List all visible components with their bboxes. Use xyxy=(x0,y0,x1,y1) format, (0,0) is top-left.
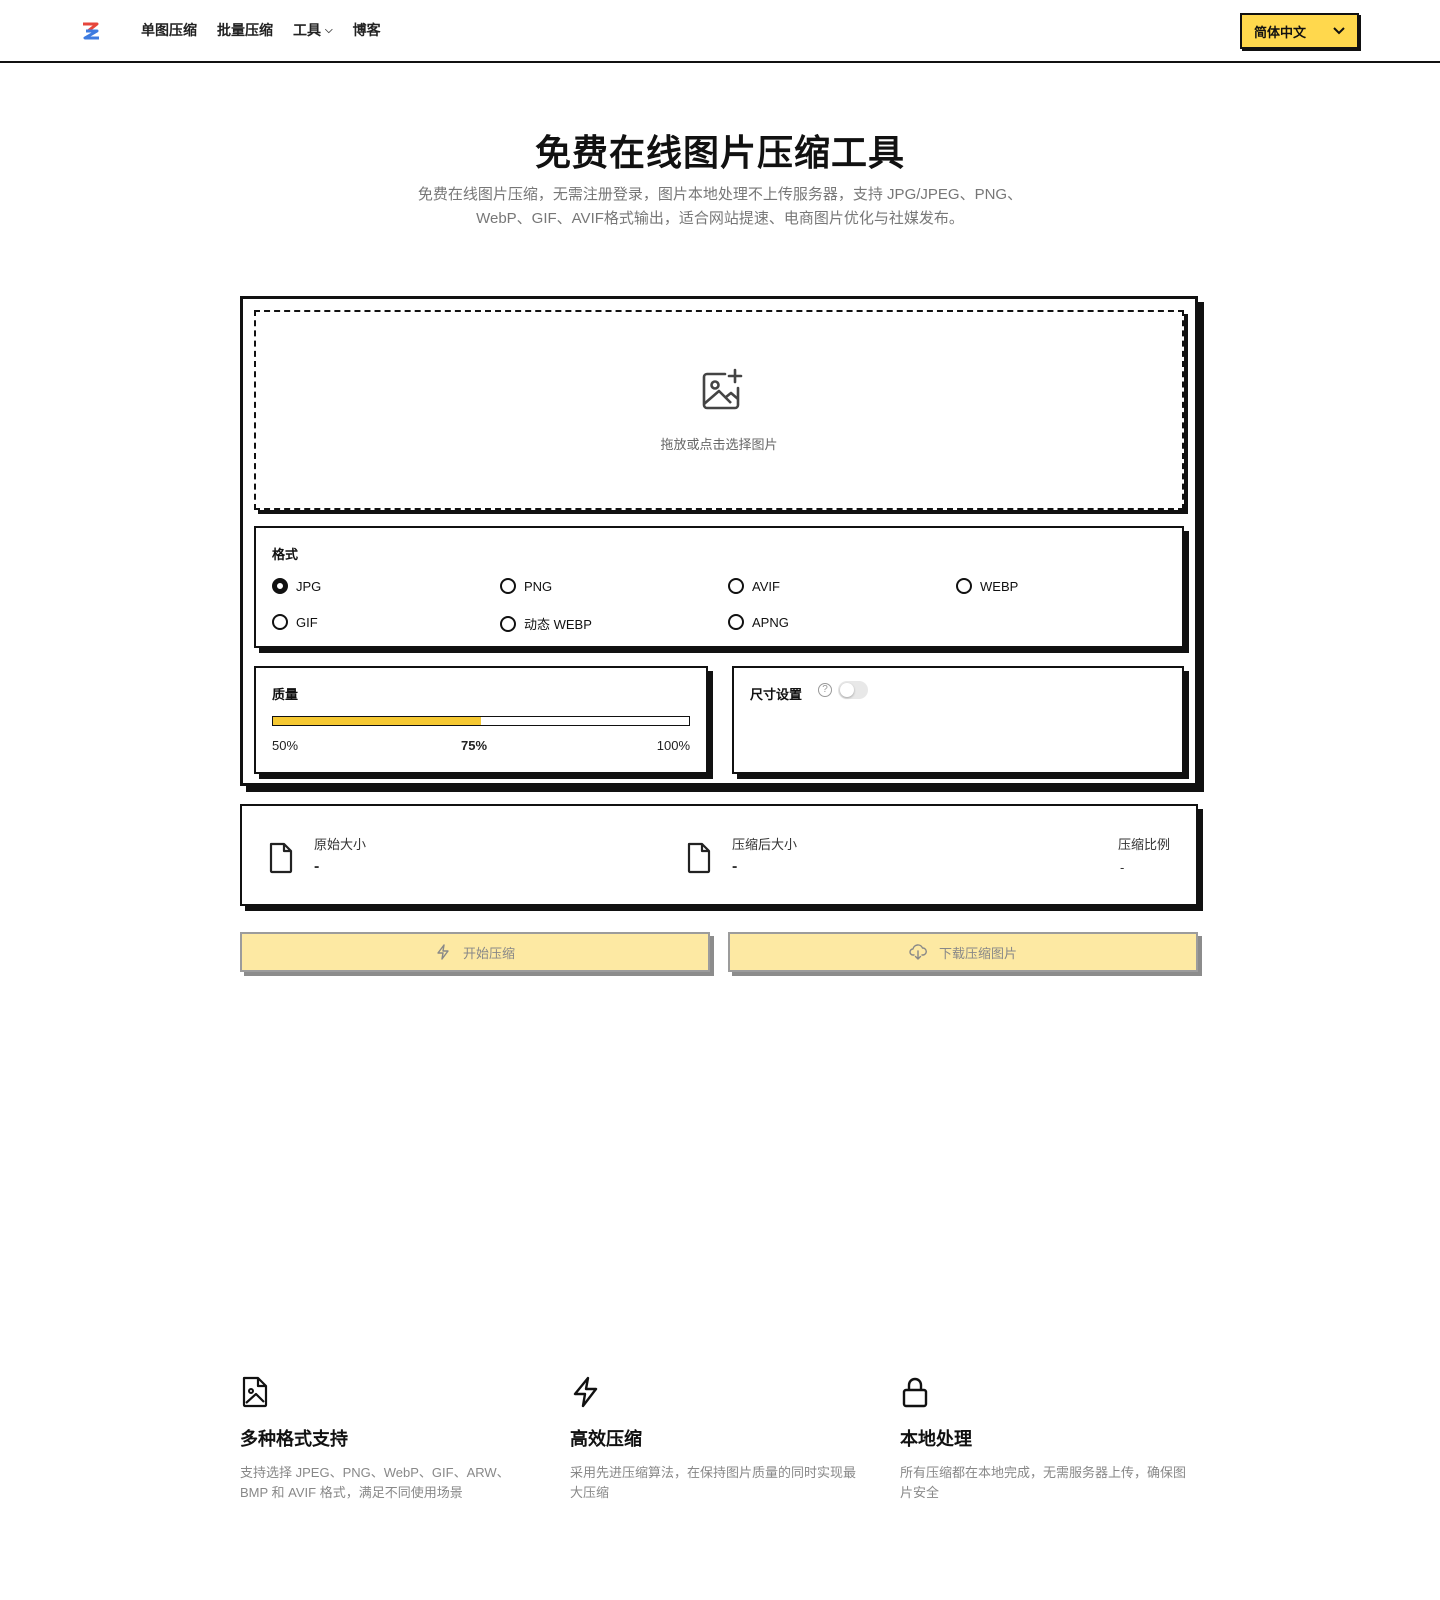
file-icon xyxy=(687,842,711,874)
toggle-knob xyxy=(840,683,854,697)
size-settings-toggle[interactable] xyxy=(838,681,868,699)
chevron-down-icon: ⌵ xyxy=(325,24,333,36)
feature-title: 多种格式支持 xyxy=(240,1429,348,1449)
format-radio-apng[interactable]: APNG xyxy=(728,614,789,630)
radio-unchecked-icon xyxy=(728,578,744,594)
feature-desc: 采用先进压缩算法，在保持图片质量的同时实现最大压缩 xyxy=(570,1465,857,1500)
cloud-download-icon xyxy=(909,944,927,960)
main-nav: 单图压缩 批量压缩 工具 ⌵ 博客 xyxy=(141,20,381,40)
size-settings-label: 尺寸设置 xyxy=(750,687,803,702)
download-label: 下载压缩图片 xyxy=(938,945,1017,961)
radio-unchecked-icon xyxy=(728,614,744,630)
start-compress-button[interactable]: 开始压缩 xyxy=(240,932,710,972)
radio-unchecked-icon xyxy=(500,578,516,594)
size-settings-section: 尺寸设置 ? xyxy=(732,666,1184,774)
feature-desc: 所有压缩都在本地完成，无需服务器上传，确保图片安全 xyxy=(900,1465,1187,1500)
format-option-label: PNG xyxy=(524,578,553,594)
format-section: 格式 JPG PNG AVIF WEBP GIF 动态 WEBP APNG xyxy=(254,526,1184,648)
format-option-label: 动态 WEBP xyxy=(524,617,592,632)
original-size-value: - xyxy=(314,858,320,875)
feature-title: 本地处理 xyxy=(900,1429,972,1449)
page-subtitle: 免费在线图片压缩，无需注册登录，图片本地处理不上传服务器，支持 JPG/JPEG… xyxy=(390,183,1050,231)
quality-max-label: 100% xyxy=(656,738,690,753)
quality-current-label: 75% xyxy=(461,738,488,753)
language-label: 简体中文 xyxy=(1254,24,1307,40)
help-icon[interactable]: ? xyxy=(818,683,832,697)
language-selector[interactable]: 简体中文 xyxy=(1240,13,1359,49)
nav-tools-dropdown[interactable]: 工具 ⌵ xyxy=(293,20,333,40)
compression-stats: 原始大小 - 压缩后大小 - 压缩比例 - xyxy=(240,804,1198,906)
nav-batch-compress[interactable]: 批量压缩 xyxy=(217,20,273,40)
lock-icon xyxy=(902,1377,928,1408)
radio-unchecked-icon xyxy=(956,578,972,594)
nav-single-compress[interactable]: 单图压缩 xyxy=(141,20,197,40)
quality-label: 质量 xyxy=(272,687,299,702)
upload-dropzone[interactable]: 拖放或点击选择图片 xyxy=(254,310,1184,510)
compression-ratio-label: 压缩比例 xyxy=(1118,837,1171,852)
feature-title: 高效压缩 xyxy=(570,1429,642,1449)
format-radio-animated-webp[interactable]: 动态 WEBP xyxy=(500,614,592,633)
subtitle-line-1: 免费在线图片压缩，无需注册登录，图片本地处理不上传服务器，支持 JPG/JPEG… xyxy=(417,186,1023,203)
radio-checked-icon xyxy=(272,578,288,594)
format-option-label: GIF xyxy=(296,614,318,630)
upload-hint: 拖放或点击选择图片 xyxy=(660,437,778,452)
format-label: 格式 xyxy=(272,547,299,562)
feature-efficient: 高效压缩 采用先进压缩算法，在保持图片质量的同时实现最大压缩 xyxy=(570,1376,860,1503)
format-radio-gif[interactable]: GIF xyxy=(272,614,318,630)
quality-slider[interactable] xyxy=(272,716,690,726)
quality-min-label: 50% xyxy=(272,738,299,753)
format-option-label: WEBP xyxy=(980,578,1019,594)
feature-desc: 支持选择 JPEG、PNG、WebP、GIF、ARW、BMP 和 AVIF 格式… xyxy=(240,1465,510,1500)
format-radio-png[interactable]: PNG xyxy=(500,578,552,594)
format-option-label: AVIF xyxy=(752,578,780,594)
download-button[interactable]: 下载压缩图片 xyxy=(728,932,1198,972)
compressed-size-label: 压缩后大小 xyxy=(732,837,798,852)
lightning-icon xyxy=(437,944,449,960)
compressed-size-value: - xyxy=(732,858,738,875)
original-size-label: 原始大小 xyxy=(314,837,367,852)
compression-ratio-value: - xyxy=(1120,860,1125,875)
top-header: 单图压缩 批量压缩 工具 ⌵ 博客 简体中文 xyxy=(0,0,1440,63)
subtitle-line-2: WebP、GIF、AVIF格式输出，适合网站提速、电商图片优化与社媒发布。 xyxy=(476,210,964,227)
chevron-down-icon xyxy=(1333,27,1345,35)
image-file-icon xyxy=(242,1376,268,1408)
format-radio-webp[interactable]: WEBP xyxy=(956,578,1018,594)
format-radio-jpg[interactable]: JPG xyxy=(272,578,321,594)
format-option-label: JPG xyxy=(296,578,322,594)
radio-unchecked-icon xyxy=(272,614,288,630)
start-compress-label: 开始压缩 xyxy=(462,945,515,961)
format-option-label: APNG xyxy=(752,614,789,630)
add-image-icon xyxy=(702,368,743,410)
feature-local: 本地处理 所有压缩都在本地完成，无需服务器上传，确保图片安全 xyxy=(900,1376,1190,1503)
nav-tools-label: 工具 xyxy=(293,22,321,38)
format-radio-avif[interactable]: AVIF xyxy=(728,578,780,594)
radio-unchecked-icon xyxy=(500,615,516,632)
quality-slider-fill xyxy=(273,717,481,725)
lightning-icon xyxy=(573,1376,598,1408)
quality-section: 质量 50% 75% 100% xyxy=(254,666,708,774)
logo-icon[interactable] xyxy=(80,20,102,42)
feature-formats: 多种格式支持 支持选择 JPEG、PNG、WebP、GIF、ARW、BMP 和 … xyxy=(240,1376,530,1503)
page-title: 免费在线图片压缩工具 xyxy=(534,132,905,173)
file-icon xyxy=(269,842,293,874)
nav-blog[interactable]: 博客 xyxy=(353,20,381,40)
